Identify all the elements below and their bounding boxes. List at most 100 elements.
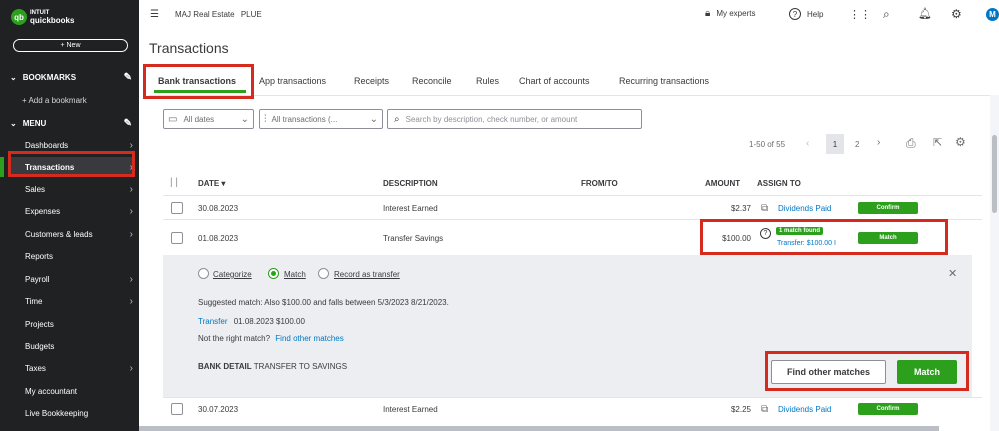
sidebar-item-label: Payroll — [25, 274, 50, 284]
row-checkbox[interactable] — [171, 202, 183, 214]
search-icon[interactable]: ⌕ — [883, 7, 890, 22]
radio-categorize[interactable] — [198, 268, 209, 279]
pager-range: 1-50 of 55 — [749, 140, 786, 149]
sidebar-item-live-bookkeeping[interactable]: Live Bookkeeping — [9, 403, 135, 423]
pencil-icon[interactable]: ✎ — [124, 72, 132, 83]
apps-grid-icon[interactable]: ⋮⋮ — [849, 8, 871, 21]
chevron-right-icon: › — [129, 295, 133, 307]
sidebar-item-expenses[interactable]: Expenses › — [9, 201, 135, 221]
bookmarks-header[interactable]: ⌄ BOOKMARKS ✎ — [10, 72, 132, 83]
bookmarks-label: BOOKMARKS — [22, 73, 77, 82]
sidebar-item-reports[interactable]: Reports — [9, 246, 135, 266]
highlight-transactions — [8, 151, 135, 177]
chevron-down-icon: ⌄ — [10, 119, 17, 128]
split-icon: ⧉ — [761, 203, 769, 214]
print-icon[interactable]: ⎙ — [906, 136, 916, 151]
radio-match-label[interactable]: Match — [284, 270, 306, 279]
radio-record-transfer[interactable] — [318, 268, 329, 279]
my-experts-button[interactable]: 🔒︎ My experts — [705, 8, 755, 19]
sidebar-item-time[interactable]: Time › — [9, 291, 135, 311]
my-experts-label: My experts — [716, 9, 756, 18]
transactions-filter-value: All transactions (... — [271, 114, 338, 124]
transfer-detail: 01.08.2023 $100.00 — [233, 317, 305, 326]
next-page-icon[interactable]: › — [877, 137, 880, 148]
tab-rules[interactable]: Rules — [476, 76, 499, 86]
sidebar-item-sales[interactable]: Sales › — [9, 179, 135, 199]
pencil-icon[interactable]: ✎ — [124, 118, 132, 129]
not-right-text: Not the right match? — [198, 334, 271, 343]
sidebar-item-label: Expenses — [25, 206, 61, 216]
highlight-match-buttons — [765, 351, 969, 391]
transfer-line: Transfer 01.08.2023 $100.00 — [198, 317, 305, 326]
calendar-icon: ▭ — [168, 113, 178, 125]
tab-reconcile[interactable]: Reconcile — [412, 76, 452, 86]
sidebar-item-budgets[interactable]: Budgets — [9, 336, 135, 356]
row-assign[interactable]: Dividends Paid — [778, 204, 831, 213]
sidebar-item-taxes[interactable]: Taxes › — [9, 358, 135, 378]
header-divider-icon: | | — [170, 177, 178, 188]
page-1-button[interactable]: 1 — [826, 134, 844, 154]
transfer-link[interactable]: Transfer — [198, 317, 228, 326]
chevron-down-icon: ⌄ — [10, 73, 17, 82]
row-description: Interest Earned — [383, 204, 438, 213]
new-button[interactable]: + New — [13, 39, 128, 52]
page-2-button[interactable]: 2 — [855, 140, 859, 149]
help-button[interactable]: ? Help — [789, 8, 823, 20]
sidebar-item-projects[interactable]: Projects — [9, 314, 135, 334]
column-header-amount: AMOUNT — [705, 179, 741, 188]
tab-recurring-transactions[interactable]: Recurring transactions — [619, 76, 709, 86]
confirm-button[interactable]: Confirm — [858, 403, 918, 415]
tab-app-transactions[interactable]: App transactions — [259, 76, 326, 86]
search-input[interactable]: ⌕ Search by description, check number, o… — [387, 109, 642, 129]
export-icon[interactable]: ⇱ — [933, 136, 942, 149]
quickbooks-logo[interactable]: qb INTUIT quickbooks — [11, 9, 74, 25]
row-amount: $2.25 — [730, 405, 751, 414]
vertical-scrollbar-thumb[interactable] — [992, 135, 997, 213]
gear-icon[interactable]: ⚙ — [951, 7, 962, 21]
collapse-menu-icon[interactable]: ☰ — [150, 9, 159, 20]
menu-header[interactable]: ⌄ MENU ✎ — [10, 118, 132, 129]
search-icon: ⌕ — [394, 113, 400, 125]
close-icon[interactable]: ✕ — [948, 267, 957, 280]
horizontal-scrollbar[interactable] — [139, 426, 939, 431]
row-checkbox[interactable] — [171, 403, 183, 415]
tab-receipts[interactable]: Receipts — [354, 76, 389, 86]
row-description: Interest Earned — [383, 405, 438, 414]
row-assign[interactable]: Dividends Paid — [778, 405, 831, 414]
radio-record-transfer-label[interactable]: Record as transfer — [334, 270, 400, 279]
column-header-date[interactable]: DATE ▾ — [198, 179, 225, 188]
sidebar-item-label: Reports — [25, 251, 54, 261]
bell-icon[interactable]: 🔔︎ — [918, 7, 932, 20]
gear-icon[interactable]: ⚙ — [955, 135, 966, 149]
add-bookmark-link[interactable]: + Add a bookmark — [22, 96, 87, 105]
sidebar-item-customers[interactable]: Customers & leads › — [9, 224, 135, 244]
help-label: Help — [807, 9, 824, 19]
prev-page-icon[interactable]: ‹ — [806, 138, 809, 149]
confirm-button[interactable]: Confirm — [858, 202, 918, 214]
sidebar-item-my-accountant[interactable]: My accountant — [9, 381, 135, 401]
sidebar-item-label: Taxes — [25, 363, 46, 373]
tab-chart-of-accounts[interactable]: Chart of accounts — [519, 76, 590, 86]
sidebar-item-label: Projects — [25, 319, 54, 329]
sidebar-item-label: Sales — [25, 184, 46, 194]
dates-filter[interactable]: ▭ All dates ⌄ — [163, 109, 254, 129]
chevron-right-icon: › — [129, 273, 133, 285]
bank-detail-value: TRANSFER TO SAVINGS — [253, 362, 348, 371]
radio-match[interactable] — [268, 268, 279, 279]
row-description: Transfer Savings — [383, 234, 444, 243]
row-checkbox[interactable] — [171, 232, 183, 244]
row-date: 30.08.2023 — [198, 204, 239, 213]
chevron-right-icon: › — [129, 228, 133, 240]
transactions-filter[interactable]: ⫶ All transactions (... ⌄ — [259, 109, 383, 129]
active-indicator — [0, 157, 4, 177]
avatar[interactable]: M — [986, 8, 999, 21]
highlight-bank-transactions — [143, 64, 254, 99]
radio-categorize-label[interactable]: Categorize — [213, 270, 252, 279]
chevron-right-icon: › — [129, 183, 133, 195]
split-icon: ⧉ — [761, 404, 769, 415]
sidebar-item-payroll[interactable]: Payroll › — [9, 269, 135, 289]
row-date: 01.08.2023 — [198, 234, 239, 243]
dates-filter-value: All dates — [183, 114, 215, 124]
menu-label: MENU — [22, 119, 47, 128]
find-other-matches-link[interactable]: Find other matches — [275, 334, 343, 343]
